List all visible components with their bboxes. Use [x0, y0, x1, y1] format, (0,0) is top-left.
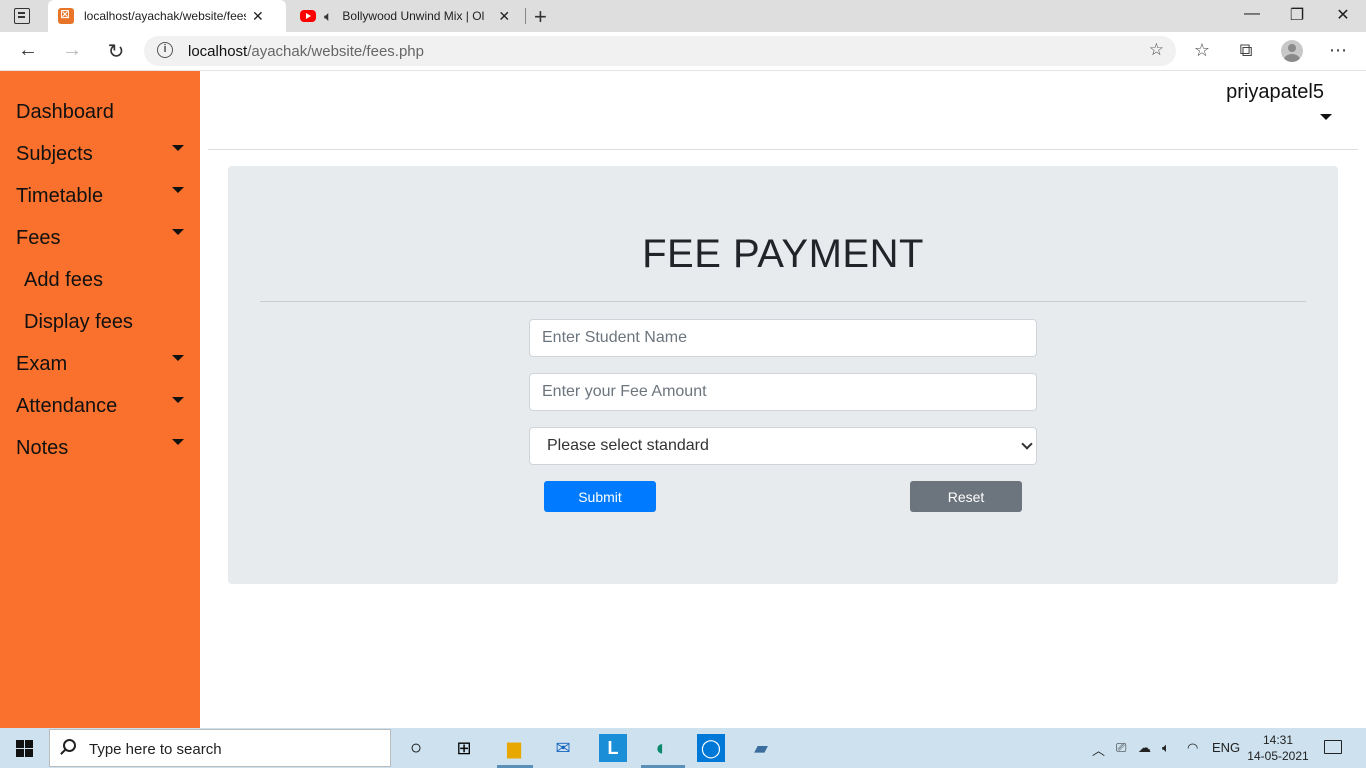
sidebar-item-label: Subjects	[16, 142, 93, 165]
sidebar: Dashboard Subjects Timetable Fees Add fe…	[0, 71, 200, 728]
language-indicator[interactable]: ENG	[1212, 740, 1240, 755]
volume-icon[interactable]: 🔈︎	[1162, 740, 1170, 756]
wifi-icon[interactable]: ◠	[1187, 740, 1198, 756]
taskbar-search-placeholder: Type here to search	[89, 741, 222, 758]
windows-start-icon[interactable]	[16, 740, 33, 757]
standard-select-value: Please select standard	[547, 437, 709, 454]
sidebar-item-label: Add fees	[24, 268, 103, 291]
sidebar-item-display-fees[interactable]: Display fees	[0, 301, 200, 343]
url-host: localhost	[188, 43, 248, 60]
edge-icon[interactable]: ◐	[648, 734, 676, 762]
sidebar-item-notes[interactable]: Notes	[0, 427, 200, 469]
cortana-icon[interactable]: ○	[402, 734, 430, 762]
youtube-favicon-icon	[300, 10, 316, 22]
sidebar-item-dashboard[interactable]: Dashboard	[0, 91, 200, 133]
task-view-icon[interactable]: ⊞	[450, 734, 478, 762]
forward-icon[interactable]: →	[60, 39, 84, 62]
add-favorite-icon[interactable]: ☆	[1149, 40, 1164, 60]
caret-down-icon	[172, 439, 184, 445]
clock-date: 14-05-2021	[1247, 749, 1309, 763]
taskbar: Type here to search ○ ⊞ ▆ ✉ L ◐ ◯ ▰ ︿ ⎚ …	[0, 728, 1366, 768]
sidebar-item-subjects[interactable]: Subjects	[0, 133, 200, 175]
new-tab-icon[interactable]: +	[534, 4, 547, 30]
restore-icon[interactable]: ❐	[1287, 5, 1307, 25]
notification-icon[interactable]	[1324, 740, 1342, 754]
speaker-icon[interactable]: 🔈︎	[324, 8, 332, 25]
clock-time: 14:31	[1262, 733, 1294, 747]
close-tab-icon[interactable]: ✕	[498, 8, 510, 25]
caret-down-icon	[172, 229, 184, 235]
store-app-icon[interactable]: ◯	[697, 734, 725, 762]
tab-title: Bollywood Unwind Mix | Ol	[342, 9, 485, 23]
tab-actions-icon[interactable]	[14, 8, 30, 24]
sidebar-item-label: Attendance	[16, 394, 118, 417]
search-icon	[63, 739, 76, 752]
page-header: priyapatel5	[208, 71, 1358, 150]
sidebar-item-add-fees[interactable]: Add fees	[0, 259, 200, 301]
tab-youtube[interactable]: 🔈︎ Bollywood Unwind Mix | Ol ✕	[290, 0, 524, 32]
submit-button[interactable]: Submit	[544, 481, 656, 512]
sidebar-item-label: Exam	[16, 352, 68, 375]
url-text[interactable]: localhost/ayachak/website/fees.php	[188, 43, 424, 60]
close-window-icon[interactable]: ✕	[1333, 5, 1353, 25]
l-app-icon[interactable]: L	[599, 734, 627, 762]
tab-fees[interactable]: localhost/ayachak/website/fees.p ✕	[48, 0, 286, 32]
caret-down-icon	[172, 355, 184, 361]
sidebar-item-label: Dashboard	[16, 100, 114, 123]
notepad-icon[interactable]: ▰	[747, 734, 775, 762]
tab-title: localhost/ayachak/website/fees.p	[84, 9, 246, 23]
site-info-icon[interactable]: i	[157, 42, 173, 58]
user-menu[interactable]: priyapatel5	[1226, 81, 1324, 104]
student-name-input[interactable]	[529, 319, 1037, 357]
browser-toolbar: ← → ↻ i localhost/ayachak/website/fees.p…	[0, 32, 1366, 71]
title-divider	[260, 301, 1306, 302]
user-menu-caret-icon[interactable]	[1320, 114, 1332, 120]
caret-down-icon	[172, 145, 184, 151]
more-icon[interactable]: ⋯	[1327, 40, 1349, 61]
mail-icon[interactable]: ✉	[549, 734, 577, 762]
favorites-icon[interactable]: ☆	[1191, 40, 1213, 61]
close-tab-icon[interactable]: ✕	[252, 8, 264, 25]
caret-down-icon	[172, 397, 184, 403]
sidebar-item-label: Display fees	[24, 310, 133, 333]
minimize-icon[interactable]: —	[1242, 5, 1262, 23]
collections-icon[interactable]: ⧉	[1235, 40, 1257, 61]
file-explorer-icon[interactable]: ▆	[500, 734, 528, 762]
sidebar-item-label: Fees	[16, 226, 61, 249]
caret-down-icon	[172, 187, 184, 193]
meet-now-icon[interactable]: ⎚	[1116, 740, 1126, 756]
refresh-icon[interactable]: ↻	[104, 39, 128, 64]
address-bar[interactable]: i localhost/ayachak/website/fees.php ☆	[144, 36, 1176, 66]
sidebar-item-label: Notes	[16, 436, 69, 459]
sidebar-item-timetable[interactable]: Timetable	[0, 175, 200, 217]
sidebar-item-fees[interactable]: Fees	[0, 217, 200, 259]
xampp-favicon-icon	[58, 7, 74, 24]
onedrive-icon[interactable]: ☁	[1138, 740, 1151, 756]
browser-tabstrip: localhost/ayachak/website/fees.p ✕ 🔈︎ Bo…	[0, 0, 1366, 32]
fee-amount-input[interactable]	[529, 373, 1037, 411]
reset-button[interactable]: Reset	[910, 481, 1022, 512]
profile-avatar[interactable]	[1281, 40, 1303, 62]
system-clock[interactable]: 14:31 14-05-2021	[1246, 732, 1310, 764]
tab-separator	[525, 8, 526, 24]
standard-select[interactable]: Please select standard	[529, 427, 1037, 465]
url-path: /ayachak/website/fees.php	[247, 43, 424, 60]
taskbar-search[interactable]: Type here to search	[49, 729, 391, 767]
sidebar-item-exam[interactable]: Exam	[0, 343, 200, 385]
fee-payment-panel: FEE PAYMENT Please select standard Submi…	[228, 166, 1338, 584]
sidebar-item-attendance[interactable]: Attendance	[0, 385, 200, 427]
page-title: FEE PAYMENT	[642, 232, 924, 276]
sidebar-item-label: Timetable	[16, 184, 104, 207]
chevron-down-icon	[1021, 438, 1033, 450]
tray-expand-icon[interactable]: ︿	[1092, 740, 1105, 759]
back-icon[interactable]: ←	[16, 39, 40, 62]
